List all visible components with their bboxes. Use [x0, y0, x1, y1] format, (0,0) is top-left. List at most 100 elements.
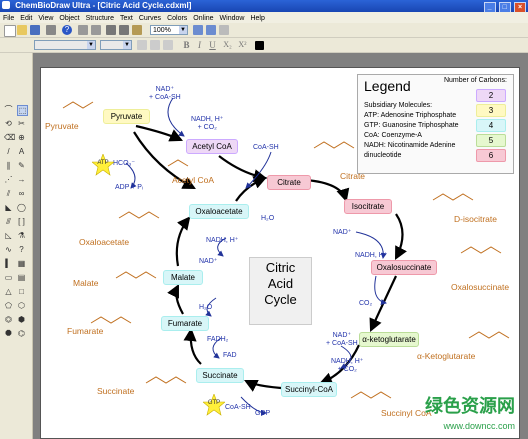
eraser-icon[interactable]: ⌫: [4, 133, 15, 142]
watermark: 绿色资源网 www.downcc.com: [405, 396, 515, 436]
arrow-pyruvate-acetylcoa: [135, 124, 183, 142]
carbon-swatch-6: 6: [476, 149, 506, 162]
templates-icon[interactable]: ⌬: [17, 329, 26, 338]
document-page[interactable]: Legend Number of Carbons: Subsidiary Mol…: [40, 67, 520, 439]
box-malate[interactable]: Malate: [163, 270, 203, 285]
carbon-swatch-5: 5: [476, 134, 506, 147]
cycle-title-line: Acid: [267, 276, 294, 291]
charge-icon[interactable]: ⊕: [17, 133, 26, 142]
molecule-oxalosuccinate-label: Oxalosuccinate: [451, 282, 510, 292]
app-icon: [2, 1, 10, 9]
cycloheptane-icon[interactable]: ⬢: [17, 315, 26, 324]
text-tool-icon[interactable]: A: [17, 147, 26, 156]
dashed-bond-icon[interactable]: ⋰: [4, 175, 13, 184]
box-acetyl-coa[interactable]: Acetyl CoA: [186, 139, 238, 154]
legend-entry: dinucleotide: [364, 152, 402, 159]
cofactor-co2: CO₂: [359, 300, 373, 307]
show-grid-icon[interactable]: [219, 25, 229, 35]
box-fumarate[interactable]: Fumarate: [161, 316, 209, 331]
chevron-down-icon: ▼: [179, 26, 187, 34]
arrow-citrate-isocitrate: [305, 178, 350, 203]
zoom-in-icon[interactable]: [193, 25, 203, 35]
zoom-out-icon[interactable]: [206, 25, 216, 35]
benzene-icon[interactable]: ⏣: [4, 315, 13, 324]
box-ketoglutarate[interactable]: α-ketoglutarate: [359, 332, 419, 347]
gtp-star-icon: GTP: [203, 394, 225, 416]
mass-fragmentation-icon[interactable]: ✂: [17, 119, 26, 128]
atom-map-icon[interactable]: ▭: [4, 273, 13, 282]
align-left-icon[interactable]: [137, 40, 147, 50]
arrow-oxaloacetate-citrate: [235, 176, 268, 202]
chemical-symbol-icon[interactable]: ⚗: [17, 231, 26, 240]
atp-star-icon: ATP: [92, 154, 114, 176]
marquee-icon[interactable]: ⬚: [17, 105, 28, 116]
hashed-wedge-icon[interactable]: ⫻: [4, 217, 13, 226]
italic-button[interactable]: I: [194, 39, 205, 51]
box-oxaloacetate[interactable]: Oxaloacetate: [189, 204, 249, 219]
open-folder-icon[interactable]: [17, 25, 27, 35]
legend-entry: CoA: Coenzyme-A: [364, 132, 422, 139]
arrow-icon[interactable]: →: [17, 175, 26, 184]
undo-icon[interactable]: [78, 25, 88, 35]
redo-icon[interactable]: [91, 25, 101, 35]
bold-bond-icon[interactable]: ▍: [4, 259, 13, 268]
subsidiary-title: Subsidiary Molecules:: [364, 102, 433, 109]
print-icon[interactable]: [46, 25, 56, 35]
query-icon[interactable]: ?: [17, 245, 26, 254]
solid-bond-icon[interactable]: /: [4, 147, 13, 156]
structure-perspective-icon[interactable]: ⟲: [4, 119, 13, 128]
arrow-isocitrate-oxalosuccinate: [394, 213, 407, 260]
font-select[interactable]: ▼: [34, 40, 96, 50]
paste-icon[interactable]: [132, 25, 142, 35]
box-oxalosuccinate[interactable]: Oxalosuccinate: [371, 260, 437, 275]
orbital-icon[interactable]: ∞: [17, 189, 26, 198]
cyclohexane-icon[interactable]: ⬡: [17, 301, 26, 310]
align-right-icon[interactable]: [163, 40, 173, 50]
double-bond-icon[interactable]: ∥: [4, 161, 13, 170]
standard-toolbar: ? 100% ▼: [0, 23, 528, 38]
cyclopropane-icon[interactable]: △: [4, 287, 13, 296]
cofactor-fadh2: FADH₂: [207, 336, 229, 343]
box-pyruvate[interactable]: Pyruvate: [103, 109, 150, 124]
title-bar: ChemBioDraw Ultra - [Citric Acid Cycle.c…: [0, 0, 528, 13]
bold-button[interactable]: B: [181, 39, 192, 51]
save-icon[interactable]: [30, 25, 40, 35]
box-succinyl-coa[interactable]: Succinyl-CoA: [281, 382, 337, 397]
cyclobutane-icon[interactable]: □: [17, 287, 26, 296]
tlc-plate-icon[interactable]: ▤: [17, 273, 26, 282]
color-swatch[interactable]: [255, 41, 264, 50]
wavy-bond-icon[interactable]: ∿: [4, 245, 13, 254]
align-center-icon[interactable]: [150, 40, 160, 50]
font-size-select[interactable]: ▼: [100, 40, 132, 50]
box-succinate[interactable]: Succinate: [196, 368, 244, 383]
wedge-bond-icon[interactable]: ◣: [4, 203, 13, 212]
box-citrate[interactable]: Citrate: [267, 175, 311, 190]
cyclopentane-icon[interactable]: ⬠: [4, 301, 13, 310]
subscript-button[interactable]: X₂: [222, 39, 233, 51]
cyclooctane-icon[interactable]: ⯃: [4, 329, 13, 338]
new-document-icon[interactable]: [4, 25, 16, 37]
copy-icon[interactable]: [119, 25, 129, 35]
help-icon[interactable]: ?: [62, 25, 72, 35]
watermark-text: 绿色资源网: [425, 396, 515, 416]
cofactor-nadh: NADH, H⁺: [355, 252, 388, 259]
pen-icon[interactable]: ✎: [17, 161, 26, 170]
hashed-bond-icon[interactable]: ⫽: [4, 189, 13, 198]
drawing-elements-icon[interactable]: ◯: [17, 203, 26, 212]
underline-button[interactable]: U: [207, 39, 218, 51]
cofactor-nadh: NADH, H⁺: [206, 237, 239, 244]
superscript-button[interactable]: X²: [237, 39, 248, 51]
zoom-select[interactable]: 100% ▼: [150, 25, 188, 35]
cofactor-fad: FAD: [223, 352, 237, 359]
carbon-swatch-4: 4: [476, 119, 506, 132]
hollow-wedge-icon[interactable]: ◺: [4, 231, 13, 240]
cut-icon[interactable]: [106, 25, 116, 35]
gtp-label: GTP: [207, 400, 221, 406]
legend-entry: NADH: Nicotinamide Adenine: [364, 142, 456, 149]
lasso-icon[interactable]: ⌒: [4, 105, 13, 114]
cofactor-coash: CoA-SH: [225, 404, 251, 411]
formatting-toolbar: ▼ ▼ B I U X₂ X²: [0, 38, 528, 53]
table-icon[interactable]: ▦: [17, 259, 26, 268]
bracket-icon[interactable]: [ ]: [17, 217, 26, 226]
box-isocitrate[interactable]: Isocitrate: [344, 199, 392, 214]
